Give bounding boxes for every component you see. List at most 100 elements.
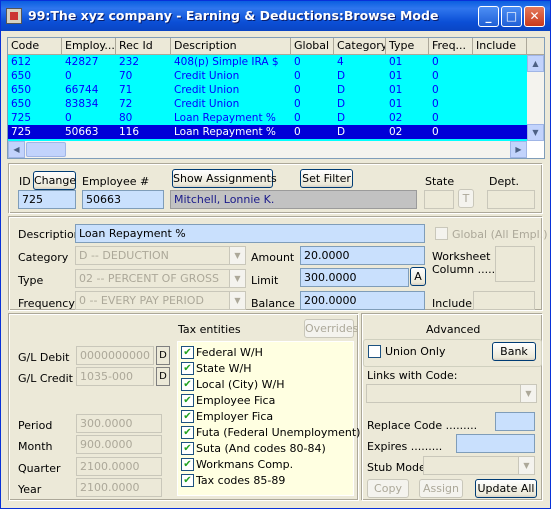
replace-code-label: Replace Code ......... (367, 419, 478, 432)
cell-code: 650 (11, 84, 32, 96)
checkbox-checked[interactable]: ✔ (181, 346, 194, 359)
union-only-label: Union Only (385, 345, 446, 358)
type-value: 02 -- PERCENT OF GROSS (79, 272, 219, 285)
col-header-code[interactable]: Code (8, 38, 62, 55)
set-filter-button[interactable]: Set Filter (300, 169, 353, 188)
table-row[interactable]: 725 0 80 Loan Repayment % 0 D 02 0 (8, 111, 527, 125)
close-button[interactable]: ✕ (524, 6, 545, 27)
bank-button[interactable]: Bank (492, 342, 536, 361)
col-header-description[interactable]: Description (171, 38, 291, 55)
employee-number-field[interactable]: 50663 (82, 190, 164, 209)
include-label: Include (432, 297, 473, 310)
replace-code-field[interactable] (495, 412, 535, 431)
tax-item-label: Employer Fica (196, 410, 274, 423)
table-row[interactable]: 650 66744 71 Credit Union 0 D 01 0 (8, 83, 527, 97)
tax-item-label: Futa (Federal Unemployment) (196, 426, 361, 439)
limit-field[interactable]: 300.0000 (300, 268, 409, 287)
change-button[interactable]: Change (33, 171, 76, 190)
checkbox-checked[interactable]: ✔ (181, 378, 194, 391)
chevron-down-icon[interactable]: ▼ (229, 270, 245, 287)
assign-button[interactable]: Assign (419, 479, 463, 498)
cell-description: Loan Repayment % (174, 126, 276, 138)
grid-horizontal-scrollbar[interactable]: ◀ ▶ (8, 141, 527, 158)
cell-rec-id: 71 (119, 84, 133, 96)
window-title: 99:The xyz company - Earning & Deduction… (28, 8, 439, 23)
checkbox-checked[interactable]: ✔ (181, 394, 194, 407)
checkbox-checked[interactable]: ✔ (181, 362, 194, 375)
tax-entities-title: Tax entities (178, 323, 241, 336)
cell-frequency: 0 (432, 98, 439, 110)
dept-label: Dept. (489, 175, 520, 188)
col-header-frequency[interactable]: Freq... (429, 38, 473, 55)
col-header-include[interactable]: Include (473, 38, 527, 55)
checkbox-checked[interactable]: ✔ (181, 426, 194, 439)
table-row[interactable]: 650 83834 72 Credit Union 0 D 01 0 (8, 97, 527, 111)
cell-frequency: 0 (432, 56, 439, 68)
union-only-checkbox[interactable] (368, 345, 381, 358)
scroll-right-icon[interactable]: ▶ (510, 141, 527, 158)
cell-type: 01 (389, 98, 403, 110)
category-select[interactable]: D -- DEDUCTION ▼ (75, 246, 246, 265)
update-all-button[interactable]: Update All (475, 479, 537, 498)
gl-debit-d-button[interactable]: D (156, 346, 170, 365)
gl-credit-field: 1035-000 (76, 367, 154, 386)
chevron-down-icon[interactable]: ▼ (229, 247, 245, 264)
show-assignments-button[interactable]: Show Assignments (172, 169, 277, 188)
tax-item-label: Tax codes 85-89 (196, 474, 286, 487)
stub-mode-select[interactable]: ▼ (423, 456, 535, 475)
table-row[interactable]: 612 42827 232 408(p) Simple IRA $ 0 4 01… (8, 55, 527, 69)
records-grid[interactable]: Code Employ... Rec Id Description Global… (7, 37, 545, 159)
description-field[interactable]: Loan Repayment % (75, 224, 425, 243)
cell-category: 4 (337, 56, 344, 68)
scroll-left-icon[interactable]: ◀ (8, 141, 25, 158)
state-lookup-button[interactable]: T (458, 189, 474, 208)
limit-a-button[interactable]: A (410, 267, 426, 286)
table-row[interactable]: 650 0 70 Credit Union 0 D 01 0 (8, 69, 527, 83)
overrides-button[interactable]: Overrides (304, 319, 358, 338)
chevron-down-icon[interactable]: ▼ (518, 457, 534, 474)
id-label: ID (19, 175, 31, 188)
checkbox-checked[interactable]: ✔ (181, 410, 194, 423)
checkbox-checked[interactable]: ✔ (181, 442, 194, 455)
grid-vertical-scrollbar[interactable]: ▲ ▼ (527, 55, 544, 141)
col-header-category[interactable]: Category (334, 38, 386, 55)
chevron-down-icon[interactable]: ▼ (229, 292, 245, 309)
table-row-selected[interactable]: 725 50663 116 Loan Repayment % 0 D 02 0 (8, 125, 527, 139)
checkbox-checked[interactable]: ✔ (181, 458, 194, 471)
tax-item-label: Local (City) W/H (196, 378, 285, 391)
title-bar[interactable]: 99:The xyz company - Earning & Deduction… (1, 1, 550, 31)
balance-field[interactable]: 200.0000 (300, 291, 425, 310)
maximize-button[interactable]: □ (501, 6, 522, 27)
checkbox-checked[interactable]: ✔ (181, 474, 194, 487)
scroll-thumb[interactable] (26, 142, 66, 157)
cell-type: 01 (389, 70, 403, 82)
frequency-value: 0 -- EVERY PAY PERIOD (79, 294, 204, 307)
expires-field[interactable] (456, 434, 535, 453)
col-header-rec-id[interactable]: Rec Id (116, 38, 171, 55)
global-checkbox[interactable] (435, 227, 448, 240)
year-label: Year (18, 483, 42, 496)
chevron-down-icon[interactable]: ▼ (520, 385, 536, 402)
cell-category: D (337, 70, 346, 82)
type-label: Type (18, 274, 44, 287)
links-with-code-select[interactable]: ▼ (366, 384, 537, 403)
cell-rec-id: 116 (119, 126, 140, 138)
cell-employee: 66744 (65, 84, 99, 96)
frequency-select[interactable]: 0 -- EVERY PAY PERIOD ▼ (75, 291, 246, 310)
type-select[interactable]: 02 -- PERCENT OF GROSS ▼ (75, 269, 246, 288)
gl-credit-d-button[interactable]: D (156, 367, 170, 386)
description-label: Description (18, 228, 81, 241)
month-label: Month (18, 440, 53, 453)
copy-button[interactable]: Copy (367, 479, 409, 498)
scroll-up-icon[interactable]: ▲ (527, 55, 544, 72)
gl-debit-field: 0000000000 (76, 346, 154, 365)
amount-field[interactable]: 20.0000 (300, 246, 425, 265)
advanced-title: Advanced (426, 323, 481, 336)
col-header-employee[interactable]: Employ... (62, 38, 116, 55)
id-field[interactable]: 725 (18, 190, 76, 209)
col-header-global[interactable]: Global (291, 38, 334, 55)
cell-global: 0 (294, 98, 301, 110)
scroll-down-icon[interactable]: ▼ (527, 124, 544, 141)
minimize-button[interactable]: _ (478, 6, 499, 27)
col-header-type[interactable]: Type (386, 38, 429, 55)
